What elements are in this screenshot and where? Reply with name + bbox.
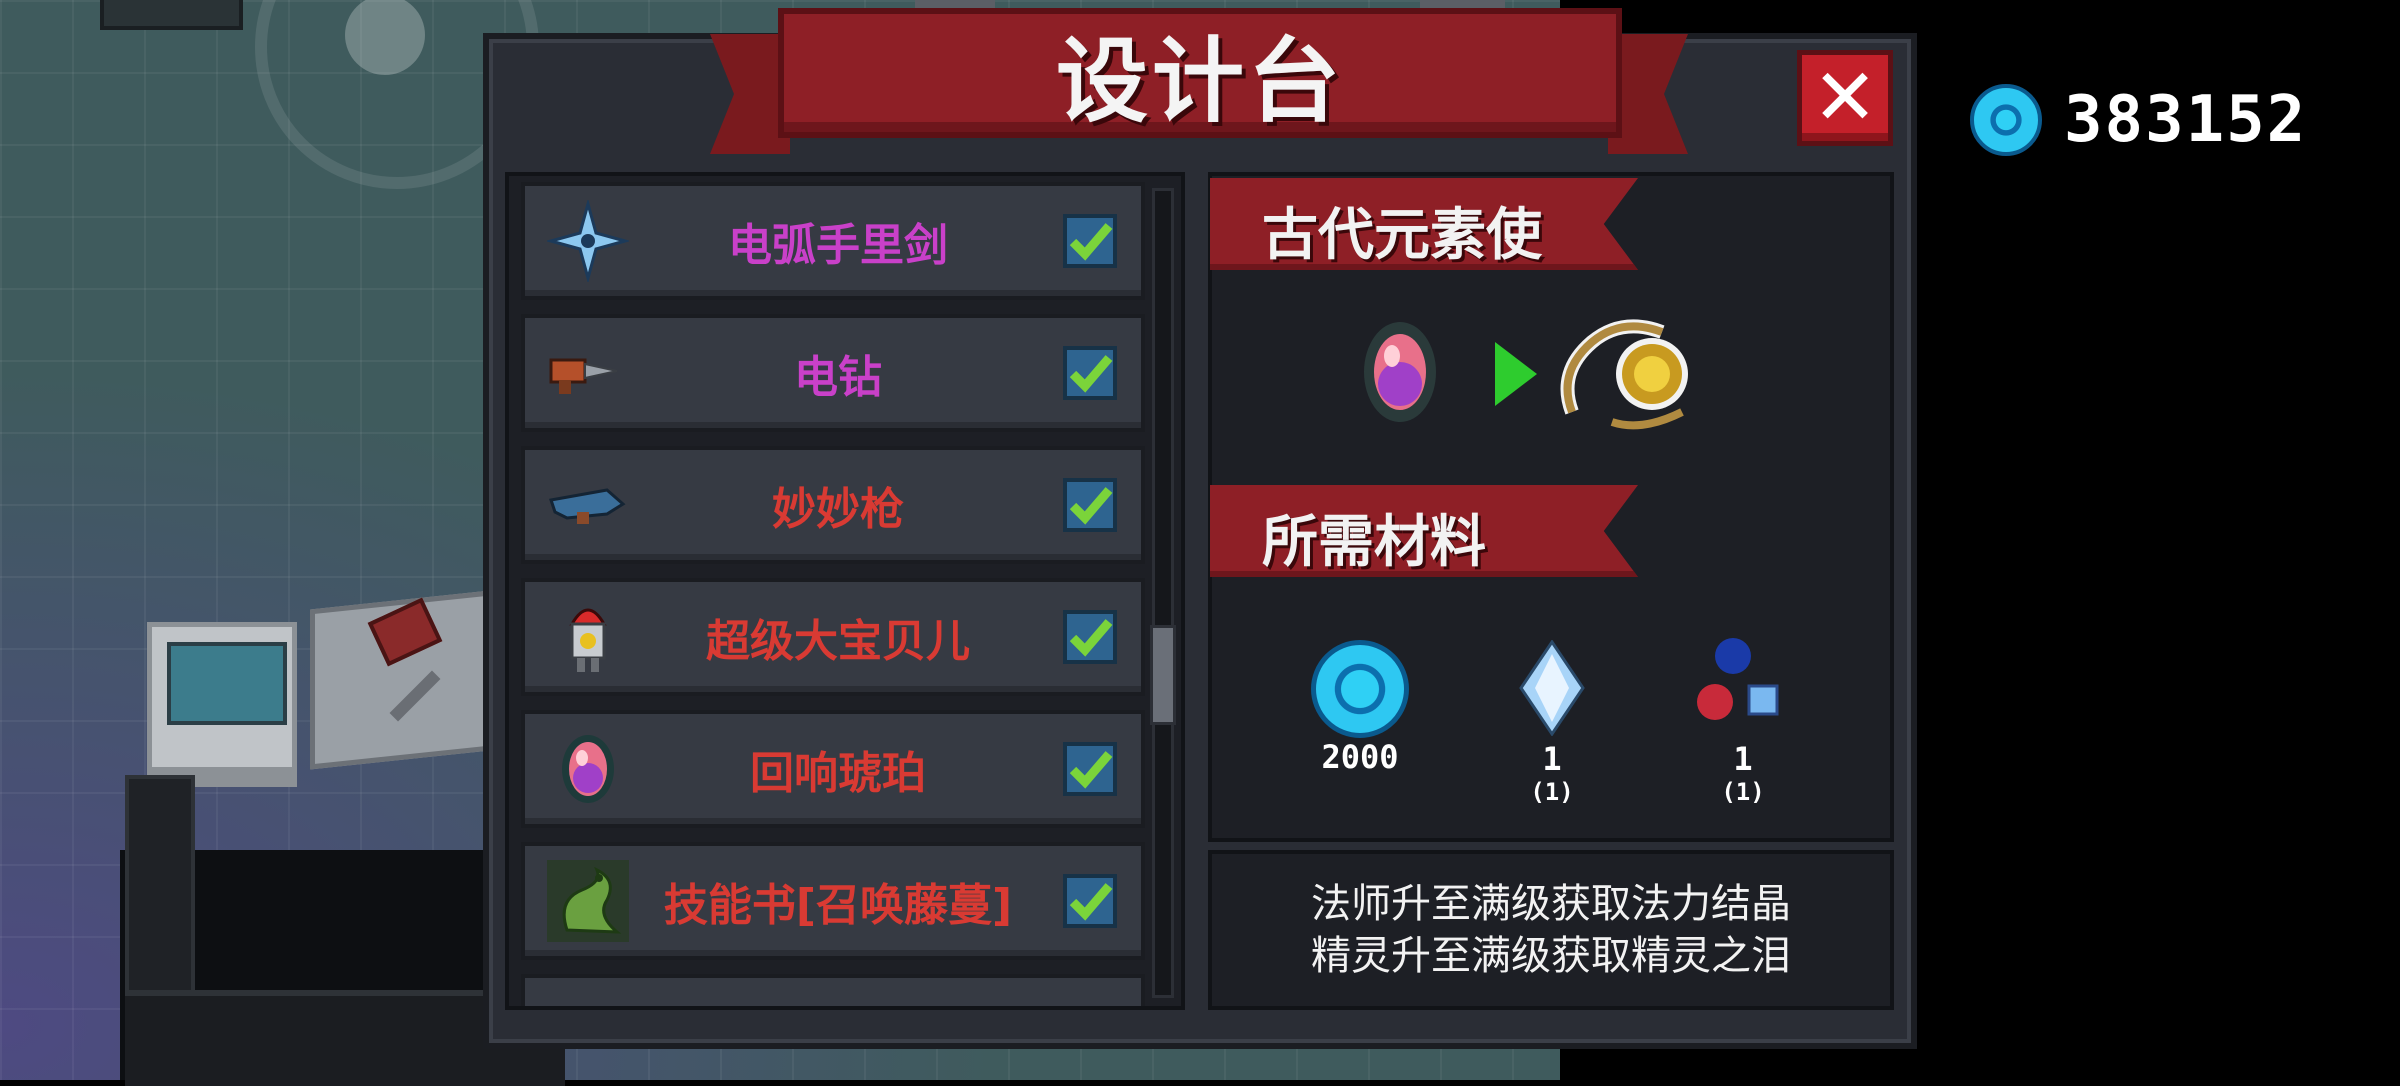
material-required: 2000 <box>1321 738 1399 776</box>
blueprint-list[interactable]: 电弧手里剑 电钻 妙妙枪 超级大宝贝儿 回响琥珀 技能书[召唤藤蔓] <box>505 172 1185 1010</box>
materials-title: 所需材料 <box>1262 510 1486 575</box>
list-scrollbar[interactable] <box>1152 188 1174 998</box>
computer-screen <box>167 642 287 725</box>
hint-line: 精灵升至满级获取精灵之泪 <box>1311 933 1791 979</box>
materials-ribbon: 所需材料 <box>1210 485 1638 577</box>
hint-line: 法师升至满级获取法力结晶 <box>1311 881 1791 927</box>
currency-display: 383152 <box>1970 83 2308 157</box>
checkbox[interactable] <box>1063 610 1117 664</box>
check-icon <box>1069 883 1113 921</box>
computer-terminal <box>147 622 297 787</box>
character-ribbon: 古代元素使 <box>1210 178 1638 270</box>
checkbox[interactable] <box>1063 214 1117 268</box>
play-arrow-icon <box>1495 342 1537 406</box>
checkbox[interactable] <box>1063 478 1117 532</box>
blue-gem-icon <box>1311 640 1409 738</box>
checkbox[interactable] <box>1063 346 1117 400</box>
check-icon <box>1069 751 1113 789</box>
material-owned: (1) <box>1530 778 1574 806</box>
material-tear: 1 (1) <box>1683 636 1803 806</box>
check-icon <box>1069 223 1113 261</box>
check-icon <box>1069 487 1113 525</box>
gun-icon <box>549 488 626 524</box>
shuriken-icon <box>547 200 629 282</box>
list-item[interactable]: 妙妙枪 <box>521 446 1145 564</box>
drill-icon <box>549 358 618 394</box>
currency-amount: 383152 <box>2064 83 2308 157</box>
spirit-tear-icon <box>1697 638 1779 720</box>
page-title: 设计台 <box>1055 27 1344 135</box>
list-item[interactable]: 超级大宝贝儿 <box>521 578 1145 696</box>
item-name: 电钻 <box>794 352 882 403</box>
material-required: 1 <box>1733 740 1753 778</box>
check-icon <box>1069 619 1113 657</box>
amber-gem-icon <box>562 735 614 803</box>
item-name: 回响琥珀 <box>750 748 926 799</box>
elemental-weapon-icon <box>1560 319 1688 430</box>
material-gem: 2000 <box>1300 640 1420 776</box>
title-banner: 设计台 <box>778 8 1622 138</box>
nuke-missile-icon <box>569 608 607 672</box>
hint-box: 法师升至满级获取法力结晶 精灵升至满级获取精灵之泪 <box>1208 850 1894 1010</box>
item-name: 技能书[召唤藤蔓] <box>663 880 1013 931</box>
scroll-thumb[interactable] <box>1150 625 1176 725</box>
item-name: 超级大宝贝儿 <box>706 616 970 667</box>
item-name: 妙妙枪 <box>772 484 904 535</box>
check-icon <box>1069 355 1113 393</box>
amber-gem-icon <box>1364 322 1436 422</box>
checkbox[interactable] <box>1063 874 1117 928</box>
vine-dragon-icon <box>547 860 629 942</box>
list-item[interactable] <box>521 974 1145 1006</box>
checkbox[interactable] <box>1063 742 1117 796</box>
list-item[interactable]: 回响琥珀 <box>521 710 1145 828</box>
close-icon: ✕ <box>1812 53 1878 143</box>
material-crystal: 1 (1) <box>1492 639 1612 806</box>
blue-gem-icon <box>1970 84 2042 156</box>
list-item[interactable]: 技能书[召唤藤蔓] <box>521 842 1145 960</box>
list-item[interactable]: 电钻 <box>521 314 1145 432</box>
item-name: 电弧手里剑 <box>728 220 948 271</box>
material-required: 1 <box>1542 740 1562 778</box>
material-owned: (1) <box>1721 778 1765 806</box>
close-button[interactable]: ✕ <box>1797 50 1893 146</box>
character-title: 古代元素使 <box>1262 203 1542 268</box>
wall-segment <box>100 0 243 30</box>
list-item[interactable]: 电弧手里剑 <box>521 182 1145 300</box>
magic-crystal-icon <box>1519 639 1585 737</box>
